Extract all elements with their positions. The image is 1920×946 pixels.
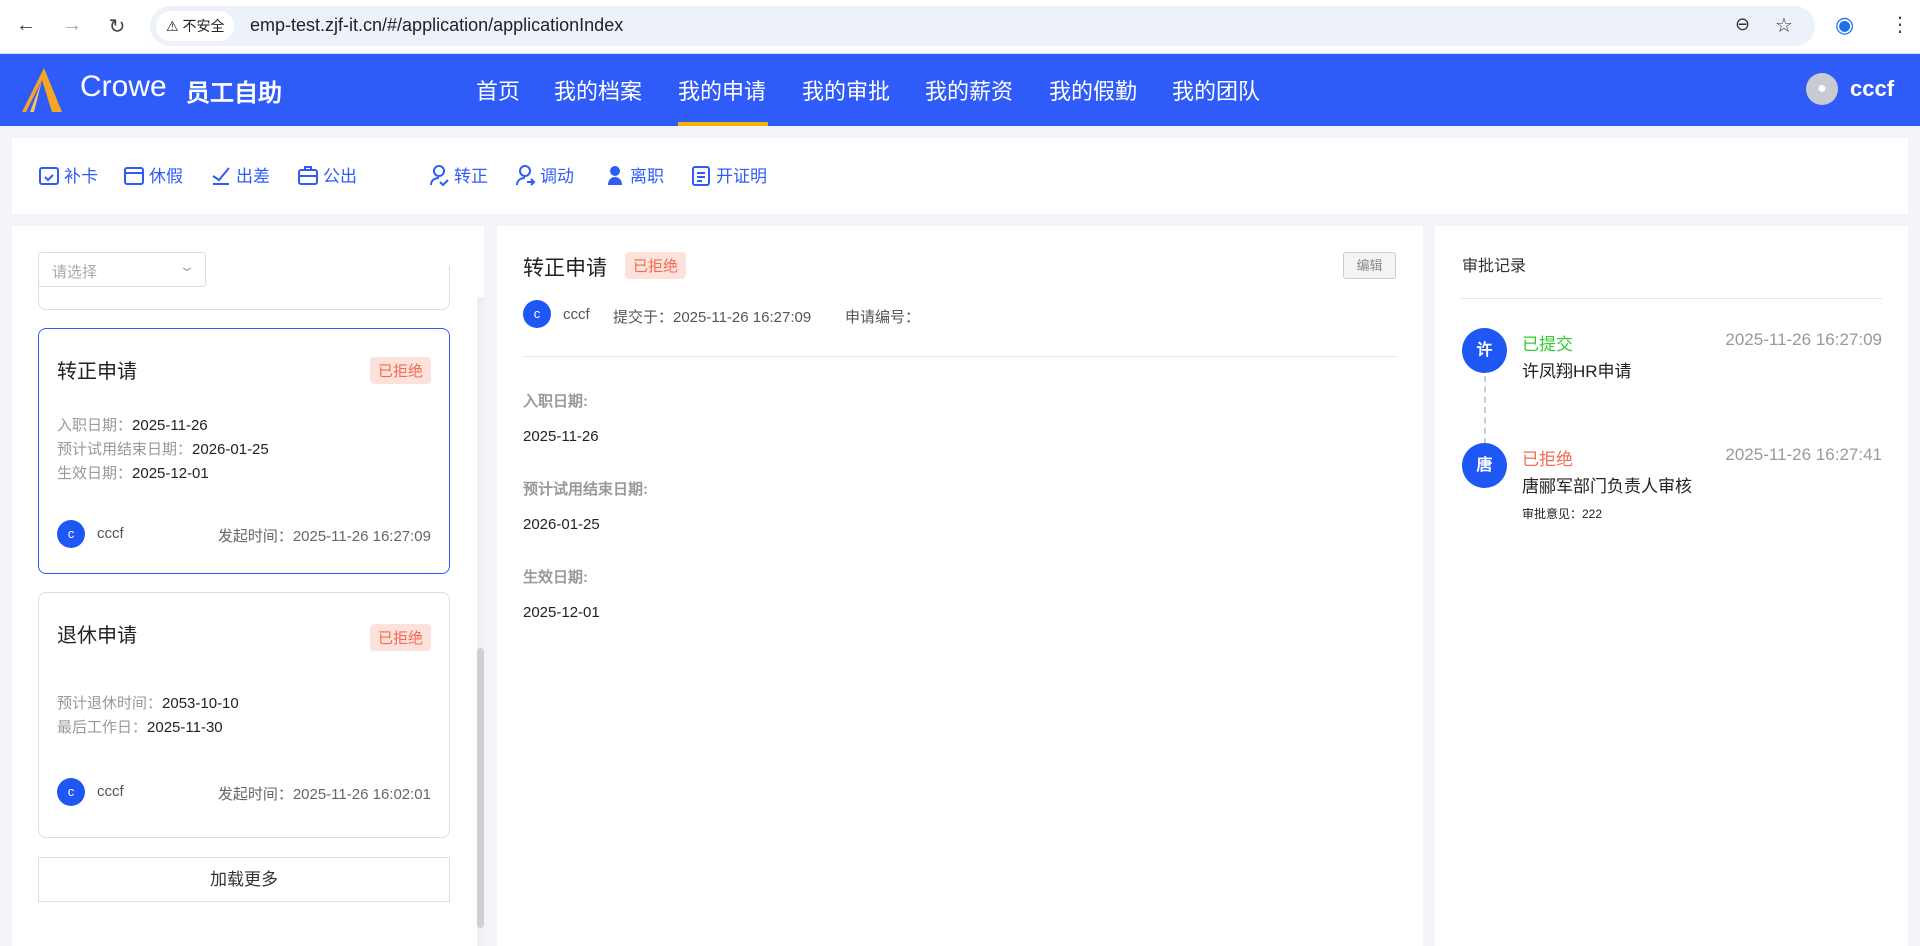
action-label: 出差 xyxy=(236,167,270,186)
action-official-out[interactable]: 公出 xyxy=(297,162,357,187)
list-item-partial[interactable] xyxy=(38,266,450,310)
briefcase-icon xyxy=(298,165,318,185)
calendar-check-icon xyxy=(39,166,59,185)
back-icon[interactable]: ← xyxy=(14,14,38,37)
action-transfer[interactable]: 调动 xyxy=(514,162,574,187)
approver-avatar: 唐 xyxy=(1462,443,1507,488)
detail-user: cccf xyxy=(563,306,590,323)
url-text[interactable]: emp-test.zjf-it.cn/#/application/applica… xyxy=(250,15,623,36)
user-transfer-icon xyxy=(516,164,536,186)
calendar-icon xyxy=(124,166,144,185)
browser-toolbar: ← → ↻ ⚠ 不安全 emp-test.zjf-it.cn/#/applica… xyxy=(0,0,1920,54)
action-resignation[interactable]: 离职 xyxy=(604,162,664,187)
field-label: 预计试用结束日期: xyxy=(523,481,648,498)
active-nav-indicator xyxy=(678,122,768,126)
detail-title: 转正申请 xyxy=(523,257,607,280)
list-item[interactable]: 转正申请 已拒绝 入职日期：2025-11-26 预计试用结束日期：2026-0… xyxy=(38,328,450,574)
user-check-icon xyxy=(430,164,449,186)
status-badge: 已拒绝 xyxy=(369,357,431,384)
action-label: 开证明 xyxy=(716,167,767,186)
submitted-time: 提交于：2025-11-26 16:27:09 xyxy=(613,309,812,326)
product-name: 员工自助 xyxy=(186,80,282,107)
card-field: 最后工作日：2025-11-30 xyxy=(57,719,223,736)
field-value: 2025-11-26 xyxy=(523,428,599,445)
approval-record-panel: 审批记录 许 已提交 2025-11-26 16:27:09 许凤翔HR申请 唐… xyxy=(1435,226,1908,946)
forward-icon[interactable]: → xyxy=(60,14,84,37)
app-header: Crowe 员工自助 首页 我的档案 我的申请 我的审批 我的薪资 我的假勤 我… xyxy=(0,54,1920,126)
approval-title: 审批记录 xyxy=(1462,258,1527,275)
card-field: 预计退休时间：2053-10-10 xyxy=(57,695,239,712)
action-label: 离职 xyxy=(630,167,664,186)
card-user: cccf xyxy=(97,783,124,800)
card-time: 发起时间：2025-11-26 16:27:09 xyxy=(217,528,431,545)
user-avatar-icon[interactable]: ● xyxy=(1806,73,1838,105)
application-detail-panel: 转正申请 已拒绝 编辑 c cccf 提交于：2025-11-26 16:27:… xyxy=(497,226,1423,946)
card-field: 生效日期：2025-12-01 xyxy=(57,465,209,482)
nav-approvals[interactable]: 我的审批 xyxy=(802,74,890,106)
nav-profile[interactable]: 我的档案 xyxy=(554,74,642,106)
user-name[interactable]: cccf xyxy=(1850,76,1894,102)
field-value: 2026-01-25 xyxy=(523,516,600,533)
reload-icon[interactable]: ↻ xyxy=(105,14,129,39)
security-chip[interactable]: ⚠ 不安全 xyxy=(156,11,235,41)
star-icon[interactable]: ☆ xyxy=(1775,13,1793,38)
action-business-trip[interactable]: 出差 xyxy=(210,162,270,187)
crowe-logo-icon xyxy=(22,68,62,112)
clipboard-icon xyxy=(692,165,710,186)
status-badge: 已拒绝 xyxy=(625,252,687,279)
action-label: 休假 xyxy=(149,167,183,186)
record-time: 2025-11-26 16:27:09 xyxy=(1725,330,1882,349)
action-label: 调动 xyxy=(540,167,574,186)
record-status: 已提交 xyxy=(1522,335,1573,354)
nav-home[interactable]: 首页 xyxy=(476,74,520,106)
record-status: 已拒绝 xyxy=(1522,450,1573,469)
menu-icon[interactable]: ⋮ xyxy=(1890,12,1910,37)
record-description: 唐郦军部门负责人审核 xyxy=(1522,477,1692,496)
card-title: 退休申请 xyxy=(57,625,137,647)
plane-icon xyxy=(212,166,230,185)
nav-my-applications[interactable]: 我的申请 xyxy=(678,74,766,106)
security-label: 不安全 xyxy=(182,18,225,34)
record-comment: 审批意见：222 xyxy=(1522,507,1603,521)
avatar: c xyxy=(523,300,551,328)
avatar: c xyxy=(57,778,85,806)
status-badge: 已拒绝 xyxy=(369,624,431,651)
field-label: 生效日期: xyxy=(523,569,588,586)
action-label: 补卡 xyxy=(64,167,98,186)
nav-attendance[interactable]: 我的假勤 xyxy=(1049,74,1137,106)
action-label: 公出 xyxy=(323,167,357,186)
timeline-connector xyxy=(1484,376,1486,444)
brand-name: Crowe xyxy=(80,70,167,103)
user-leave-icon xyxy=(608,165,622,185)
list-item[interactable]: 退休申请 已拒绝 预计退休时间：2053-10-10 最后工作日：2025-11… xyxy=(38,592,450,838)
card-user: cccf xyxy=(97,525,124,542)
card-title: 转正申请 xyxy=(57,361,137,383)
divider xyxy=(523,356,1396,357)
edit-button[interactable]: 编辑 xyxy=(1343,252,1396,279)
address-bar[interactable]: ⚠ 不安全 emp-test.zjf-it.cn/#/application/a… xyxy=(150,6,1815,46)
avatar: c xyxy=(57,520,85,548)
card-field: 预计试用结束日期：2026-01-25 xyxy=(57,441,269,458)
field-label: 入职日期: xyxy=(523,393,588,410)
field-value: 2025-12-01 xyxy=(523,604,600,621)
action-regularization[interactable]: 转正 xyxy=(428,162,488,187)
action-leave[interactable]: 休假 xyxy=(123,162,183,187)
application-number-label: 申请编号： xyxy=(845,309,921,326)
divider xyxy=(1461,298,1882,299)
scrollbar-thumb[interactable] xyxy=(477,648,484,928)
action-label: 转正 xyxy=(454,167,488,186)
approver-avatar: 许 xyxy=(1462,328,1507,373)
profile-icon[interactable]: ◉ xyxy=(1835,12,1854,38)
zoom-icon[interactable]: ⊖ xyxy=(1735,14,1750,35)
action-certificate[interactable]: 开证明 xyxy=(690,162,767,187)
card-time: 发起时间：2025-11-26 16:02:01 xyxy=(217,786,431,803)
action-clock-in[interactable]: 补卡 xyxy=(38,162,98,187)
nav-team[interactable]: 我的团队 xyxy=(1172,74,1260,106)
nav-salary[interactable]: 我的薪资 xyxy=(925,74,1013,106)
load-more-button[interactable]: 加载更多 xyxy=(38,857,450,902)
card-field: 入职日期：2025-11-26 xyxy=(57,417,208,434)
record-time: 2025-11-26 16:27:41 xyxy=(1725,445,1882,464)
record-description: 许凤翔HR申请 xyxy=(1522,362,1632,381)
